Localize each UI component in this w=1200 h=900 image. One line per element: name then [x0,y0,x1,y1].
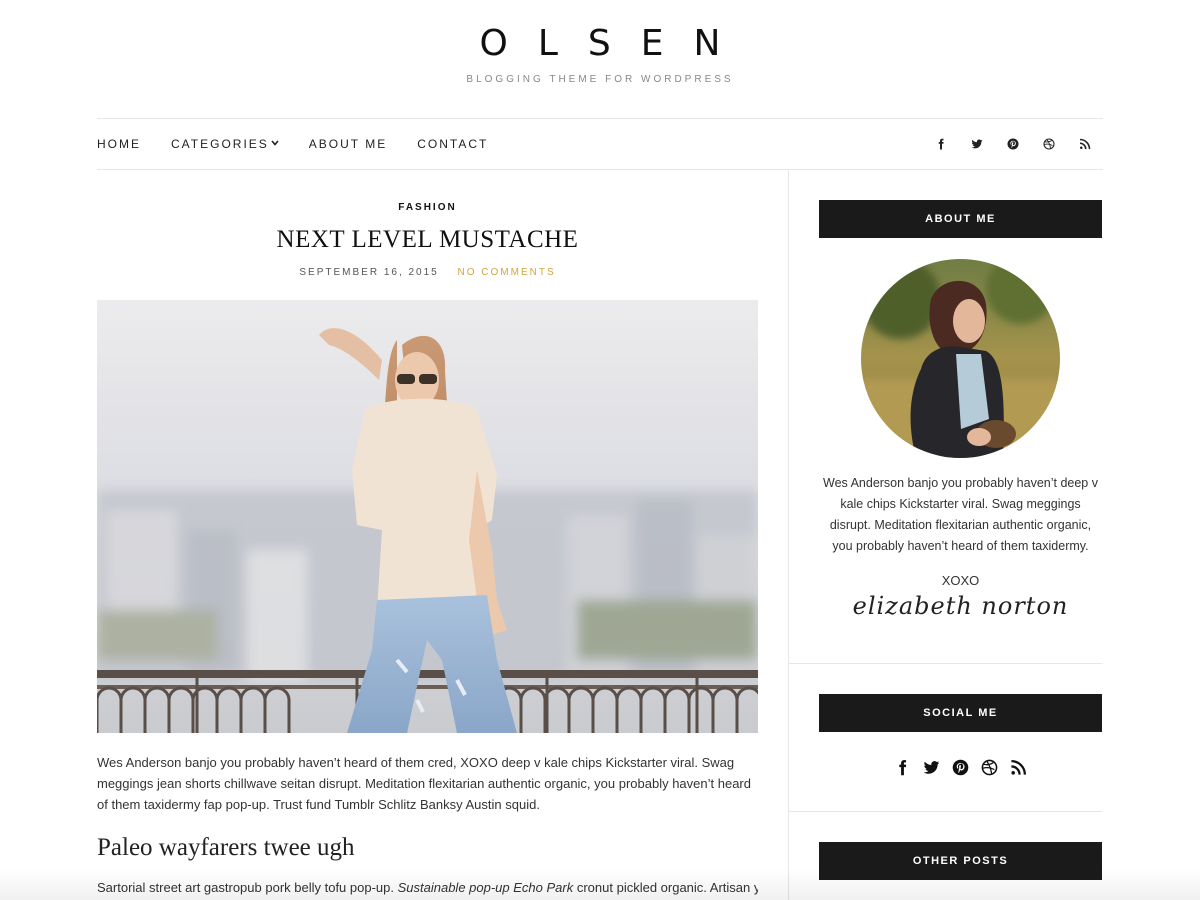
post-meta: SEPTEMBER 16, 2015 NO COMMENTS [97,267,758,278]
nav-item-label: CONTACT [417,137,489,151]
post-paragraph: Sartorial street art gastropub pork bell… [97,877,758,898]
main-navigation: HOME CATEGORIES ABOUT ME CONTACT [97,118,1103,170]
dribbble-icon[interactable] [1031,134,1067,154]
paragraph-italic-text: Sustainable pop-up Echo Park [397,880,574,895]
post-featured-image[interactable] [97,300,758,733]
sidebar-social-links [819,756,1102,778]
post-comments-link[interactable]: NO COMMENTS [458,267,556,278]
site-logo[interactable]: OLSEN [0,24,1200,64]
avatar [861,259,1060,458]
nav-item-about-me[interactable]: ABOUT ME [309,137,387,151]
rss-icon[interactable] [1004,756,1033,778]
chevron-down-icon [271,138,279,148]
site-header: OLSEN BLOGGING THEME FOR WORDPRESS [0,0,1200,118]
post-category[interactable]: FASHION [97,202,758,213]
rss-icon[interactable] [1067,134,1103,154]
nav-item-home[interactable]: HOME [97,137,141,151]
dribbble-icon[interactable] [975,756,1004,778]
about-me-text: Wes Anderson banjo you probably haven’t … [823,476,1098,553]
pinterest-icon[interactable] [995,134,1031,154]
widget-separator [789,663,1102,664]
nav-item-contact[interactable]: CONTACT [417,137,488,151]
pinterest-icon[interactable] [946,756,975,778]
site-tagline: BLOGGING THEME FOR WORDPRESS [466,74,734,85]
nav-item-label: ABOUT ME [308,137,388,151]
widget-title-social-me: SOCIAL ME [819,694,1102,732]
nav-menu: HOME CATEGORIES ABOUT ME CONTACT [97,119,518,169]
post-date: SEPTEMBER 16, 2015 [299,267,439,278]
sidebar-divider [788,170,789,900]
widget-title-other-posts: OTHER POSTS [819,842,1102,880]
post-subheading: Paleo wayfarers twee ugh [97,834,355,861]
post-excerpt: Wes Anderson banjo you probably haven’t … [97,755,751,812]
facebook-icon[interactable] [888,756,917,778]
facebook-icon[interactable] [923,134,959,154]
post-title[interactable]: NEXT LEVEL MUSTACHE [97,225,758,255]
signature: elizabeth norton [852,592,1069,620]
paragraph-text: cronut pickled organic. Artisan yr [573,880,758,895]
paragraph-text: Sartorial street art gastropub pork bell… [97,880,398,895]
twitter-icon[interactable] [959,134,995,154]
nav-social-links [923,119,1103,169]
widget-separator [789,811,1102,812]
nav-item-categories[interactable]: CATEGORIES [171,137,279,151]
widget-title-about-me: ABOUT ME [819,200,1102,238]
nav-item-label: CATEGORIES [171,137,269,151]
twitter-icon[interactable] [917,756,946,778]
about-me-sign-off: XOXO [941,573,980,588]
nav-item-label: HOME [97,137,141,151]
